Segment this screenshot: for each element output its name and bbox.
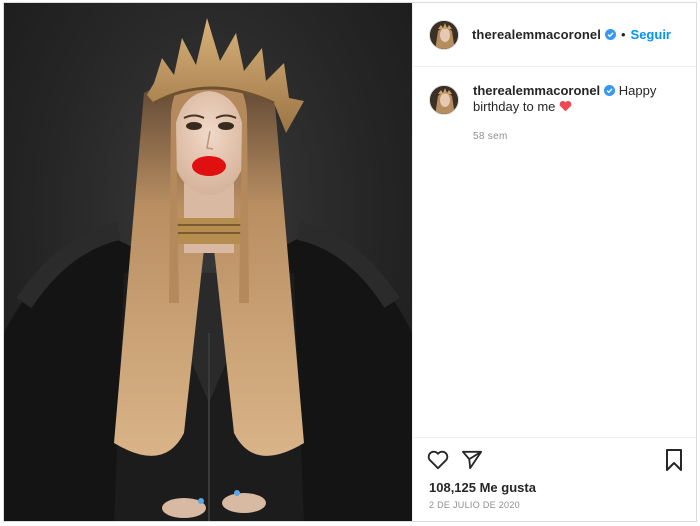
verified-badge-icon [604,85,616,96]
caption-timestamp[interactable]: 58 sem [473,129,684,145]
caption-username[interactable]: therealemmacoronel [473,83,600,98]
portrait-image [4,18,412,521]
share-button[interactable] [461,450,483,470]
post-photo[interactable] [4,3,412,521]
save-button[interactable] [665,449,683,471]
post-date[interactable]: 2 de julio de 2020 [429,500,520,510]
separator-dot: • [620,27,626,42]
follow-button[interactable]: Seguir [631,27,671,42]
heart-icon [559,100,572,112]
avatar-image [430,20,458,49]
heart-outline-icon [427,450,449,470]
post-actions: 108,125 Me gusta 2 de julio de 2020 [413,437,696,521]
avatar[interactable] [429,19,459,50]
verified-badge-icon [604,29,616,40]
bookmark-icon [666,449,682,471]
paper-plane-icon [461,450,482,470]
post-header: therealemmacoronel • Seguir [413,3,696,67]
post-container: therealemmacoronel • Seguir therealemmac… [3,2,697,522]
caption-comment: therealemmacoronel Happy birthday to me … [429,83,684,145]
caption-avatar[interactable] [429,85,459,115]
avatar-image [430,86,458,114]
header-username[interactable]: therealemmacoronel [472,27,601,42]
likes-count[interactable]: 108,125 Me gusta [429,480,536,495]
like-button[interactable] [427,450,449,470]
caption-body: therealemmacoronel Happy birthday to me … [473,83,684,145]
post-side-panel: therealemmacoronel • Seguir therealemmac… [412,3,696,521]
